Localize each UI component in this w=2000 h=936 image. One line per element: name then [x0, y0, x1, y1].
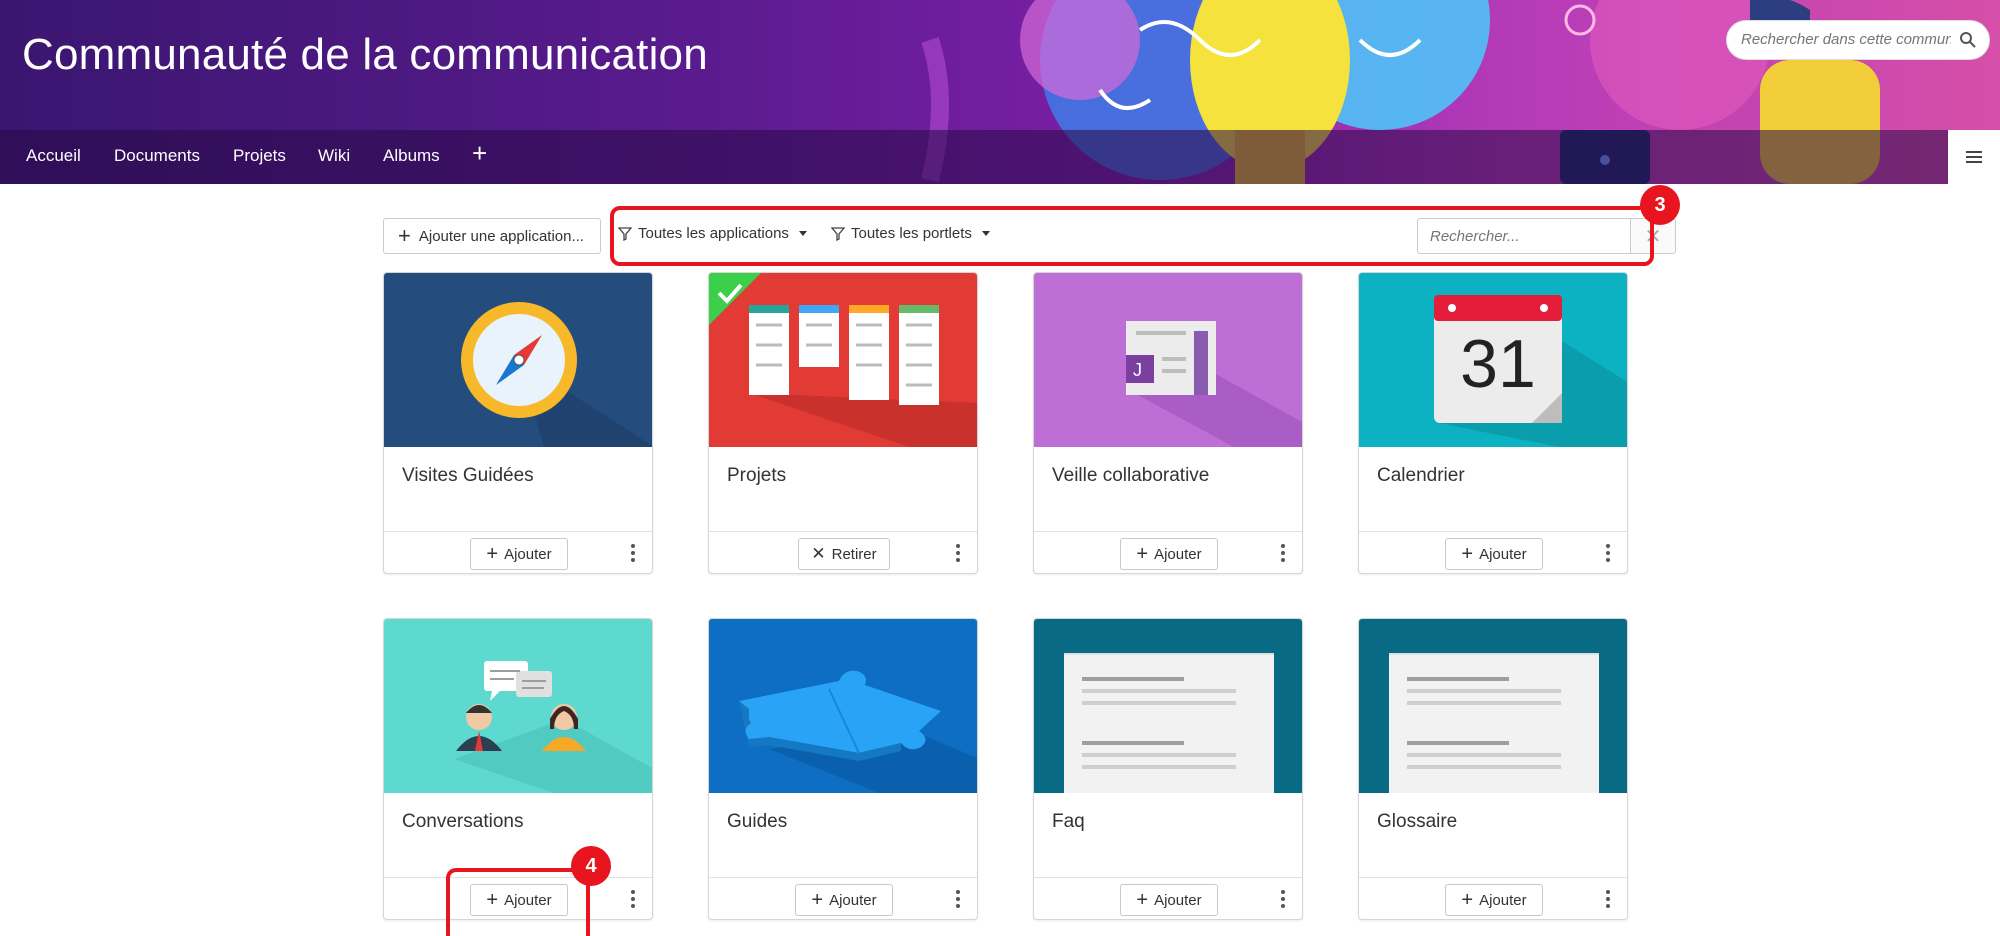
- add-app-label: Ajouter: [504, 545, 552, 563]
- card-title: Visites Guidées: [402, 465, 534, 486]
- add-app-button[interactable]: + Ajouter: [470, 538, 568, 570]
- hamburger-menu-button[interactable]: [1948, 130, 2000, 184]
- card-footer: + Ajouter: [384, 531, 652, 573]
- more-options-icon[interactable]: [630, 890, 636, 910]
- calendar-day: 31: [1460, 326, 1536, 402]
- card-image: 31: [1359, 273, 1627, 447]
- header-search-input[interactable]: [1741, 31, 1951, 48]
- nav-item-accueil[interactable]: Accueil: [26, 146, 81, 166]
- card-image: [709, 273, 977, 447]
- add-app-label: Ajouter: [1154, 891, 1202, 909]
- card-footer: + Ajouter: [709, 877, 977, 919]
- card-image: [1359, 619, 1627, 793]
- svg-text:J: J: [1133, 360, 1142, 380]
- add-page-button[interactable]: +: [472, 140, 487, 166]
- app-card-veille-collaborative: J Veille collaborative + Ajouter: [1033, 272, 1303, 574]
- community-title: Communauté de la communication: [22, 30, 708, 79]
- newspaper-icon: J: [1126, 321, 1302, 447]
- add-app-label: Ajouter: [1479, 891, 1527, 909]
- more-options-icon[interactable]: [1280, 544, 1286, 564]
- annotation-box-3: [610, 206, 1654, 266]
- document-icon: [1389, 653, 1599, 793]
- more-options-icon[interactable]: [1605, 544, 1611, 564]
- menu-icon: [1966, 156, 1982, 158]
- add-app-label: Ajouter: [1154, 545, 1202, 563]
- card-title: Faq: [1052, 811, 1085, 832]
- nav-item-projets[interactable]: Projets: [233, 146, 286, 166]
- header-search[interactable]: [1726, 20, 1990, 60]
- plus-icon: +: [1461, 889, 1474, 911]
- card-title: Veille collaborative: [1052, 465, 1210, 486]
- remove-app-label: Retirer: [831, 545, 877, 563]
- more-options-icon[interactable]: [955, 890, 961, 910]
- kanban-icon: [709, 273, 977, 447]
- nav-item-albums[interactable]: Albums: [383, 146, 440, 166]
- plus-icon: +: [486, 543, 499, 565]
- add-app-label: Ajouter: [1479, 545, 1527, 563]
- app-card-guides: Guides + Ajouter: [708, 618, 978, 920]
- card-image: J: [1034, 273, 1302, 447]
- card-image: [384, 273, 652, 447]
- add-app-button[interactable]: + Ajouter: [1445, 538, 1543, 570]
- card-footer: + Ajouter: [1359, 531, 1627, 573]
- add-app-button[interactable]: + Ajouter: [1445, 884, 1543, 916]
- add-application-label: Ajouter une application...: [418, 227, 584, 245]
- card-image: [384, 619, 652, 793]
- compass-icon: [461, 302, 652, 447]
- card-footer: + Ajouter: [1034, 531, 1302, 573]
- more-options-icon[interactable]: [955, 544, 961, 564]
- card-title: Guides: [727, 811, 788, 832]
- annotation-number-3: 3: [1640, 185, 1680, 225]
- annotation-box-4: [446, 868, 590, 936]
- site-header: Communauté de la communication Accueil D…: [0, 0, 2000, 184]
- nav-bar: [0, 130, 2000, 184]
- app-card-projets: Projets ✕ Retirer: [708, 272, 978, 574]
- card-footer: ✕ Retirer: [709, 531, 977, 573]
- add-app-button[interactable]: + Ajouter: [1120, 884, 1218, 916]
- remove-app-button[interactable]: ✕ Retirer: [798, 538, 890, 570]
- more-options-icon[interactable]: [1280, 890, 1286, 910]
- nav-item-documents[interactable]: Documents: [114, 146, 200, 166]
- card-title: Calendrier: [1377, 465, 1465, 486]
- plus-icon: +: [1461, 543, 1474, 565]
- more-options-icon[interactable]: [630, 544, 636, 564]
- card-title: Glossaire: [1377, 811, 1458, 832]
- card-footer: + Ajouter: [1359, 877, 1627, 919]
- nav-item-wiki[interactable]: Wiki: [318, 146, 350, 166]
- card-image: [709, 619, 977, 793]
- puzzle-icon: [739, 670, 977, 793]
- add-application-button[interactable]: + Ajouter une application...: [383, 218, 601, 254]
- plus-icon: +: [1136, 543, 1149, 565]
- plus-icon: +: [1136, 889, 1149, 911]
- card-footer: + Ajouter: [1034, 877, 1302, 919]
- close-icon: ✕: [811, 544, 826, 563]
- conversation-icon: [454, 661, 652, 793]
- plus-icon: +: [811, 889, 824, 911]
- card-title: Projets: [727, 465, 787, 486]
- annotation-number-4: 4: [571, 846, 611, 886]
- search-icon[interactable]: [1959, 31, 1977, 49]
- add-app-button[interactable]: + Ajouter: [795, 884, 893, 916]
- add-app-button[interactable]: + Ajouter: [1120, 538, 1218, 570]
- more-options-icon[interactable]: [1605, 890, 1611, 910]
- card-title: Conversations: [402, 811, 524, 832]
- app-card-calendrier: 31 Calendrier + Ajouter: [1358, 272, 1628, 574]
- add-app-label: Ajouter: [829, 891, 877, 909]
- plus-icon: +: [398, 223, 411, 248]
- app-card-faq: Faq + Ajouter: [1033, 618, 1303, 920]
- app-card-glossaire: Glossaire + Ajouter: [1358, 618, 1628, 920]
- app-card-visites-guidees: Visites Guidées + Ajouter: [383, 272, 653, 574]
- document-icon: [1064, 653, 1274, 793]
- card-image: [1034, 619, 1302, 793]
